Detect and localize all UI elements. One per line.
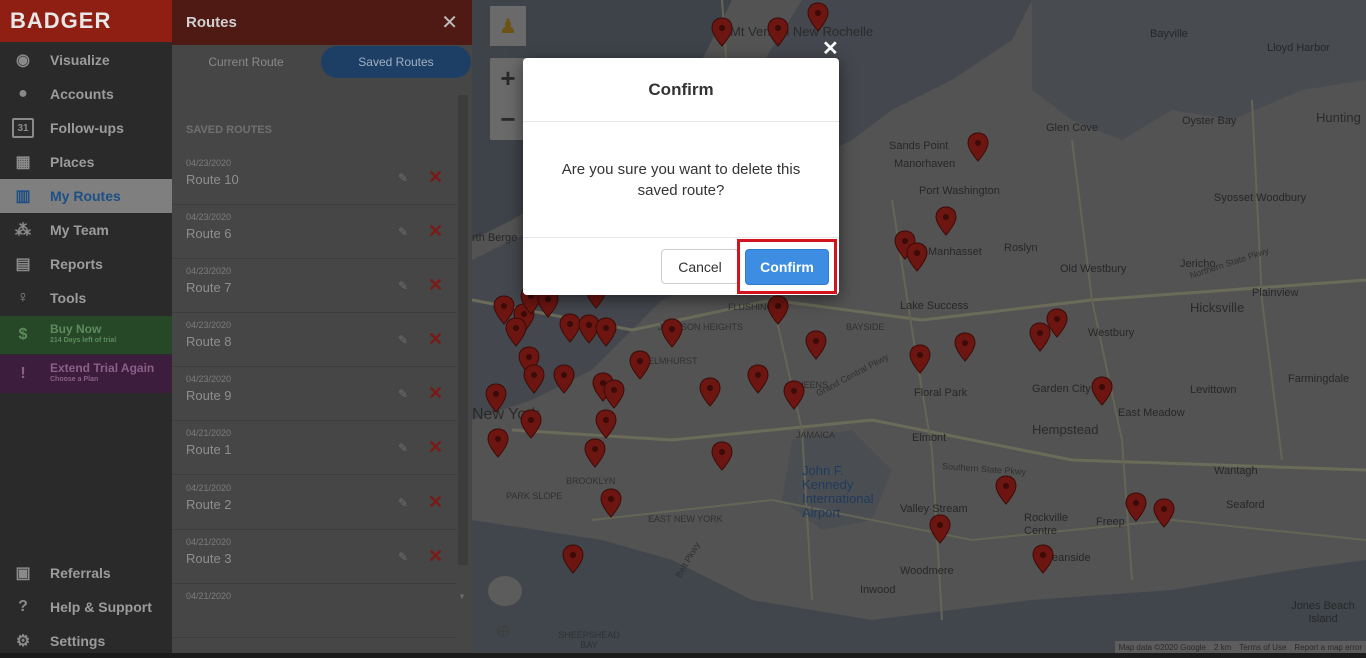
cancel-button[interactable]: Cancel (661, 249, 739, 284)
dialog-message: Are you sure you want to delete this sav… (523, 122, 839, 238)
dialog-title: Confirm (523, 58, 839, 122)
confirm-button[interactable]: Confirm (745, 249, 829, 285)
